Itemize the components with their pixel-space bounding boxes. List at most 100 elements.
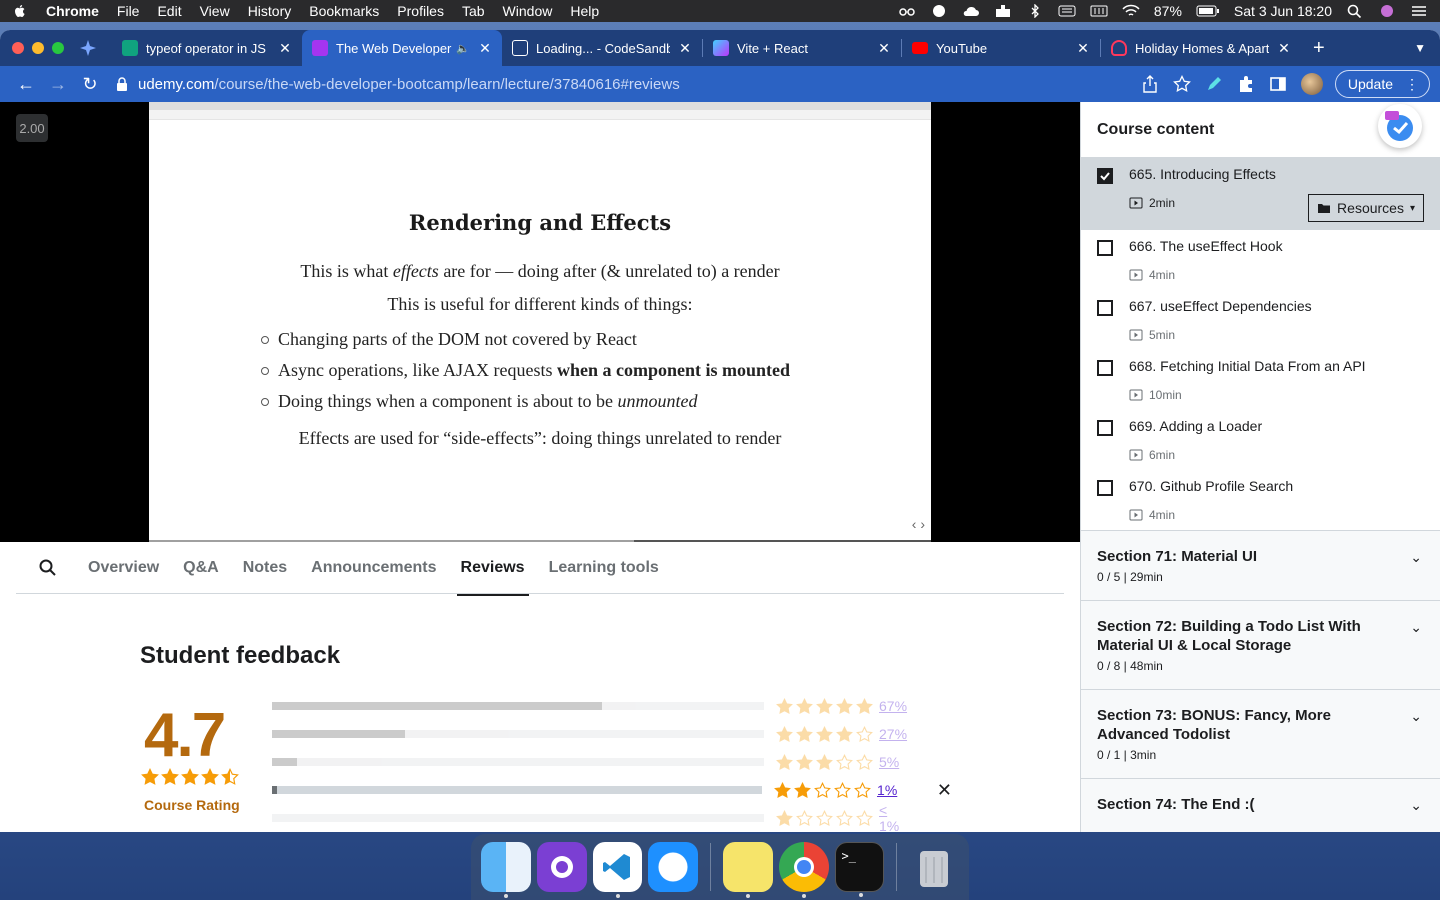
share-icon[interactable] xyxy=(1141,75,1159,93)
close-tab-icon[interactable]: ✕ xyxy=(1277,40,1291,57)
lecture-checkbox[interactable] xyxy=(1097,360,1113,376)
lecture-title[interactable]: 668. Fetching Initial Data From an API xyxy=(1129,358,1366,374)
browser-tab-active[interactable]: The Web Developer 🔈 ✕ xyxy=(302,30,502,66)
trash-icon[interactable] xyxy=(909,842,959,892)
forward-arrow-icon[interactable]: → xyxy=(42,70,74,98)
rating-bar-row[interactable]: 27% xyxy=(272,720,952,748)
chrome-icon[interactable] xyxy=(778,842,829,898)
extensions-puzzle-icon[interactable] xyxy=(1237,75,1255,93)
rating-bar-row[interactable]: 67% xyxy=(272,692,952,720)
bookmark-star-icon[interactable] xyxy=(1172,75,1191,93)
profile-avatar[interactable] xyxy=(1300,73,1323,95)
tab-announcements[interactable]: Announcements xyxy=(311,542,436,594)
search-icon[interactable] xyxy=(36,556,60,580)
rating-bar-percent[interactable]: 5% xyxy=(879,754,911,770)
menu-window[interactable]: Window xyxy=(503,3,553,19)
close-tab-icon[interactable]: ✕ xyxy=(678,40,692,57)
resources-button[interactable]: Resources ▾ xyxy=(1308,194,1424,222)
video-player[interactable]: 2.00 Rendering and Effects This is what … xyxy=(0,102,1080,542)
lecture-title[interactable]: 670. Github Profile Search xyxy=(1129,478,1293,494)
ai-assistant-icon[interactable] xyxy=(1378,104,1422,148)
lecture-item[interactable]: 670. Github Profile Search 4min xyxy=(1081,470,1440,530)
tab-search-chevron-icon[interactable]: ▼ xyxy=(1414,41,1426,55)
rating-bar-row[interactable]: 1% ✕ xyxy=(272,776,952,804)
menu-clock[interactable]: Sat 3 Jun 18:20 xyxy=(1234,3,1332,19)
rating-bar-track[interactable] xyxy=(272,814,764,822)
tab-learning-tools[interactable]: Learning tools xyxy=(549,542,659,594)
lecture-checkbox[interactable] xyxy=(1097,420,1113,436)
lecture-item[interactable]: 669. Adding a Loader 6min xyxy=(1081,410,1440,470)
lecture-item[interactable]: 665. Introducing Effects 2min Resources ▾ xyxy=(1081,158,1440,230)
tab-reviews[interactable]: Reviews xyxy=(456,542,529,596)
battery-icon[interactable] xyxy=(1196,4,1220,18)
close-tab-icon[interactable]: ✕ xyxy=(1076,40,1090,57)
close-tab-icon[interactable]: ✕ xyxy=(877,40,891,57)
browser-tab[interactable]: Vite + React ✕ xyxy=(703,30,901,66)
rating-bar-track[interactable] xyxy=(272,786,763,794)
section-title[interactable]: Section 74: The End :( xyxy=(1097,795,1424,814)
menu-app-name[interactable]: Chrome xyxy=(46,3,99,19)
lecture-title[interactable]: 665. Introducing Effects xyxy=(1129,166,1276,182)
maximize-window-button[interactable] xyxy=(52,42,64,54)
pen-extension-icon[interactable] xyxy=(1205,75,1223,93)
tab-qa[interactable]: Q&A xyxy=(183,542,219,594)
lecture-checkbox[interactable] xyxy=(1097,300,1113,316)
close-window-button[interactable] xyxy=(12,42,24,54)
minimize-window-button[interactable] xyxy=(32,42,44,54)
terminal-icon[interactable]: >_ xyxy=(834,842,885,897)
lecture-title[interactable]: 669. Adding a Loader xyxy=(1129,418,1262,434)
audio-playing-icon[interactable]: 🔈 xyxy=(456,42,470,55)
new-tab-plus-icon[interactable]: + xyxy=(1313,37,1325,60)
browser-tab[interactable]: Loading... - CodeSandb ✕ xyxy=(502,30,702,66)
chrome-update-button[interactable]: Update ⋮ xyxy=(1334,70,1430,98)
chevron-down-icon[interactable]: ⌄ xyxy=(1410,708,1422,725)
lecture-title[interactable]: 667. useEffect Dependencies xyxy=(1129,298,1312,314)
lock-icon[interactable] xyxy=(116,77,128,91)
menu-tab[interactable]: Tab xyxy=(462,3,485,19)
lecture-title[interactable]: 666. The useEffect Hook xyxy=(1129,238,1283,254)
rating-bar-percent[interactable]: 1% xyxy=(877,782,909,798)
stickies-icon[interactable] xyxy=(723,842,773,898)
control-center-icon[interactable] xyxy=(1410,4,1428,18)
kebab-menu-icon[interactable]: ⋮ xyxy=(1405,76,1419,93)
lecture-checkbox[interactable] xyxy=(1097,168,1113,184)
course-section[interactable]: Section 73: BONUS: Fancy, More Advanced … xyxy=(1081,689,1440,778)
browser-tab[interactable]: typeof operator in JS ✕ xyxy=(112,30,302,66)
lecture-item[interactable]: 667. useEffect Dependencies 5min xyxy=(1081,290,1440,350)
safari-icon[interactable] xyxy=(648,842,698,892)
rating-bar-track[interactable] xyxy=(272,758,764,766)
circle-icon[interactable] xyxy=(930,4,948,18)
apple-icon[interactable] xyxy=(12,3,28,19)
close-tab-icon[interactable]: ✕ xyxy=(278,40,292,57)
menu-view[interactable]: View xyxy=(200,3,230,19)
section-title[interactable]: Section 71: Material UI xyxy=(1097,547,1424,566)
lecture-checkbox[interactable] xyxy=(1097,240,1113,256)
inbox-icon[interactable] xyxy=(994,4,1012,18)
vscode-icon[interactable] xyxy=(592,842,643,898)
menu-history[interactable]: History xyxy=(248,3,292,19)
rating-bar-track[interactable] xyxy=(272,702,764,710)
finder-icon[interactable] xyxy=(481,842,531,898)
address-bar[interactable]: udemy.com/course/the-web-developer-bootc… xyxy=(106,70,1141,98)
wifi-icon[interactable] xyxy=(1122,4,1140,18)
playback-speed[interactable]: 2.00 xyxy=(16,114,48,142)
menu-file[interactable]: File xyxy=(117,3,140,19)
tab-overview[interactable]: Overview xyxy=(88,542,159,594)
menu-help[interactable]: Help xyxy=(570,3,599,19)
spotlight-search-icon[interactable] xyxy=(1346,4,1364,18)
clear-filter-close-icon[interactable]: ✕ xyxy=(937,780,952,801)
course-section[interactable]: Section 71: Material UI 0 / 5 | 29min ⌄ xyxy=(1081,530,1440,600)
lecture-checkbox[interactable] xyxy=(1097,480,1113,496)
reload-icon[interactable]: ↻ xyxy=(74,70,106,98)
menu-profiles[interactable]: Profiles xyxy=(397,3,444,19)
github-desktop-icon[interactable] xyxy=(536,842,587,892)
rating-bar-track[interactable] xyxy=(272,730,764,738)
rating-bar-percent[interactable]: 67% xyxy=(879,698,911,714)
browser-tab[interactable]: Holiday Homes & Apartn ✕ xyxy=(1101,30,1301,66)
chevron-down-icon[interactable]: ⌄ xyxy=(1410,619,1422,636)
menu-edit[interactable]: Edit xyxy=(157,3,181,19)
bluetooth-icon[interactable] xyxy=(1026,4,1044,18)
cloud-icon[interactable] xyxy=(962,4,980,18)
back-arrow-icon[interactable]: ← xyxy=(10,70,42,98)
rating-bar-row[interactable]: 5% xyxy=(272,748,952,776)
